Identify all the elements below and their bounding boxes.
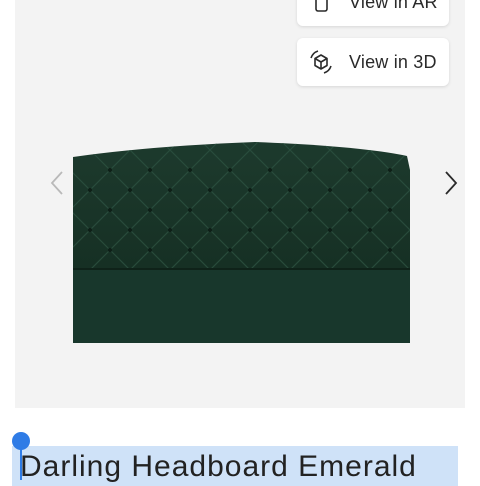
product-title-selection[interactable]: Darling Headboard Emerald	[12, 446, 458, 486]
chevron-left-icon	[50, 171, 63, 195]
cube-3d-icon	[305, 46, 337, 78]
view-in-3d-button[interactable]: View in 3D	[297, 38, 449, 86]
headboard-product-image	[73, 142, 410, 343]
view-in-ar-label: View in AR	[349, 0, 438, 12]
product-title[interactable]: Darling Headboard Emerald	[20, 450, 417, 484]
product-image-gallery[interactable]: View in AR View in 3D	[15, 0, 465, 408]
previous-image-button[interactable]	[45, 168, 69, 198]
view-in-ar-button[interactable]: View in AR	[297, 0, 449, 26]
ar-phone-icon	[305, 0, 337, 18]
text-selection-handle[interactable]	[12, 432, 30, 450]
chevron-right-icon	[445, 171, 458, 195]
view-in-3d-label: View in 3D	[349, 51, 437, 72]
next-image-button[interactable]	[439, 168, 463, 198]
